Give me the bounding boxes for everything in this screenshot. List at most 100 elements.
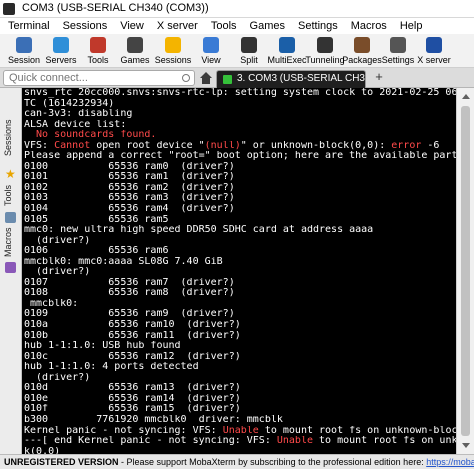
quick-connect-input[interactable] [9, 71, 184, 85]
menu-help[interactable]: Help [400, 20, 423, 32]
terminal-error-text: No soundcards found. [24, 130, 157, 141]
terminal-text: ALSA device list: [24, 119, 127, 130]
menu-settings[interactable]: Settings [298, 20, 338, 32]
terminal-scrollbar[interactable] [456, 88, 474, 454]
terminal-text: TC (1614232934) [24, 98, 115, 109]
search-icon[interactable] [182, 74, 190, 82]
terminal-line: (driver?) [24, 267, 456, 278]
terminal-text: hub 1-1:1.0: USB hub found [24, 341, 181, 352]
terminal-tab-icon [223, 75, 232, 84]
scroll-up-arrow-icon[interactable] [462, 94, 470, 99]
terminal-text: 010b 65536 ram11 (driver?) [24, 330, 241, 341]
terminal-line: 0108 65536 ram8 (driver?) [24, 288, 456, 299]
terminal-line: Kernel panic - not syncing: VFS: Unable … [24, 426, 456, 437]
terminal-line: 0103 65536 ram3 (driver?) [24, 193, 456, 204]
sidebar-tab-macros[interactable]: Macros [3, 226, 19, 258]
terminal-text: " or unknown-block(0,0): [240, 140, 392, 151]
terminal-line: hub 1-1:1.0: USB hub found [24, 341, 456, 352]
sidebar-tab-tools[interactable]: Tools [3, 182, 19, 208]
tools-icon [5, 212, 16, 223]
terminal-text: to mount root fs on unknown-bloc [319, 436, 456, 447]
terminal-line: 010d 65536 ram13 (driver?) [24, 383, 456, 394]
split-icon [241, 37, 257, 53]
tab-com3[interactable]: 3. COM3 (USB-SERIAL CH340 (C [216, 70, 366, 88]
tab-bar: 3. COM3 (USB-SERIAL CH340 (C + [0, 68, 474, 88]
terminal-line: b300 7761920 mmcblk0 driver: mmcblk [24, 415, 456, 426]
quick-connect-box[interactable] [3, 70, 195, 86]
terminal-text: 0105 65536 ram5 [24, 214, 169, 225]
toolbar-x-server-button[interactable]: X server [417, 36, 451, 66]
terminal-text: mmc0: new ultra high speed DDR50 SDHC ca… [24, 225, 374, 236]
terminal-text: 0106 65536 ram6 [24, 246, 169, 257]
terminal-line: ---[ end Kernel panic - not syncing: VFS… [24, 436, 456, 447]
terminal-text: Kernel panic - not syncing: VFS: [24, 425, 223, 436]
terminal-line: 0106 65536 ram6 [24, 246, 456, 257]
terminal-text: ---[ end Kernel panic - not syncing: VFS… [24, 436, 277, 447]
menu-x-server[interactable]: X server [157, 20, 198, 32]
terminal-line: (driver?) [24, 236, 456, 247]
terminal-text: b300 7761920 mmcblk0 driver: mmcblk [24, 414, 283, 425]
servers-icon [53, 37, 69, 53]
terminal-line: (driver?) [24, 373, 456, 384]
window-titlebar: COM3 (USB-SERIAL CH340 (COM3)) [0, 0, 474, 18]
terminal-line: can-3v3: disabling [24, 109, 456, 120]
unregistered-label: UNREGISTERED VERSION [4, 457, 119, 467]
packages-icon [354, 37, 370, 53]
terminal-line: k(0,0) [24, 447, 456, 454]
terminal-line: ALSA device list: [24, 120, 456, 131]
scroll-down-arrow-icon[interactable] [462, 443, 470, 448]
terminal-text: 0100 65536 ram0 (driver?) [24, 161, 235, 172]
tools-icon [90, 37, 106, 53]
terminal-text: can-3v3: disabling [24, 109, 133, 120]
terminal-line: TC (1614232934) [24, 99, 456, 110]
terminal-text: 0109 65536 ram9 (driver?) [24, 309, 235, 320]
terminal-error-text: Cannot [54, 140, 91, 151]
window-title: COM3 (USB-SERIAL CH340 (COM3)) [22, 2, 209, 14]
mobaxterm-app-icon [3, 3, 15, 15]
terminal-line: 0104 65536 ram4 (driver?) [24, 204, 456, 215]
terminal-text: 010a 65536 ram10 (driver?) [24, 320, 241, 331]
tunnel-icon [317, 37, 333, 53]
sidebar-tab-sessions[interactable]: Sessions [3, 112, 19, 164]
menu-bar: Terminal Sessions View X server Tools Ga… [0, 18, 474, 34]
terminal-line: 0101 65536 ram1 (driver?) [24, 172, 456, 183]
terminal-text: 010c 65536 ram12 (driver?) [24, 351, 241, 362]
terminal-text: (driver?) [24, 235, 91, 246]
gear-icon [390, 37, 406, 53]
scroll-thumb[interactable] [461, 106, 470, 436]
menu-games[interactable]: Games [250, 20, 285, 32]
terminal-line: VFS: Cannot open root device "(null)" or… [24, 141, 456, 152]
terminal-output[interactable]: snvs_rtc 20cc000.snvs:snvs-rtc-lp: setti… [22, 88, 456, 454]
terminal-text: 010f 65536 ram15 (driver?) [24, 404, 241, 415]
home-tab-icon[interactable] [199, 71, 213, 85]
x-server-icon [426, 37, 442, 53]
terminal-line: 010b 65536 ram11 (driver?) [24, 331, 456, 342]
terminal-text: (driver?) [24, 267, 91, 278]
menu-terminal[interactable]: Terminal [8, 20, 50, 32]
menu-sessions[interactable]: Sessions [63, 20, 108, 32]
terminal-line: snvs_rtc 20cc000.snvs:snvs-rtc-lp: setti… [24, 88, 456, 99]
subscription-link[interactable]: https://mobaxterm.mobatek.net [426, 457, 474, 467]
tab-com3-label: 3. COM3 (USB-SERIAL CH340 (C [237, 73, 365, 84]
gamepad-icon [127, 37, 143, 53]
terminal-text: snvs_rtc 20cc000.snvs:snvs-rtc-lp: setti… [24, 88, 456, 98]
terminal-text: to mount root fs on unknown-block(0,0) [264, 425, 456, 436]
main-toolbar: Session Servers Tools Games Sessions View Spli… [0, 34, 474, 68]
menu-tools[interactable]: Tools [211, 20, 237, 32]
new-tab-button[interactable]: + [372, 70, 386, 84]
terminal-line: mmcblk0: [24, 299, 456, 310]
terminal-error-text: Unable [276, 436, 313, 447]
menu-view[interactable]: View [120, 20, 144, 32]
terminal-line: mmcblk0: mmc0:aaaa SL08G 7.40 GiB [24, 257, 456, 268]
terminal-line: No soundcards found. [24, 130, 456, 141]
terminal-text: 010d 65536 ram13 (driver?) [24, 383, 241, 394]
monitor-icon [203, 37, 219, 53]
terminal-line: mmc0: new ultra high speed DDR50 SDHC ca… [24, 225, 456, 236]
menu-macros[interactable]: Macros [351, 20, 387, 32]
terminal-line: hub 1-1:1.0: 4 ports detected [24, 362, 456, 373]
terminal-line: 0100 65536 ram0 (driver?) [24, 162, 456, 173]
terminal-line: 010a 65536 ram10 (driver?) [24, 320, 456, 331]
star-icon [165, 37, 181, 53]
left-sidebar: Sessions ★ Tools Macros [0, 88, 22, 454]
support-message: - Please support MobaXterm by subscribin… [118, 457, 427, 467]
